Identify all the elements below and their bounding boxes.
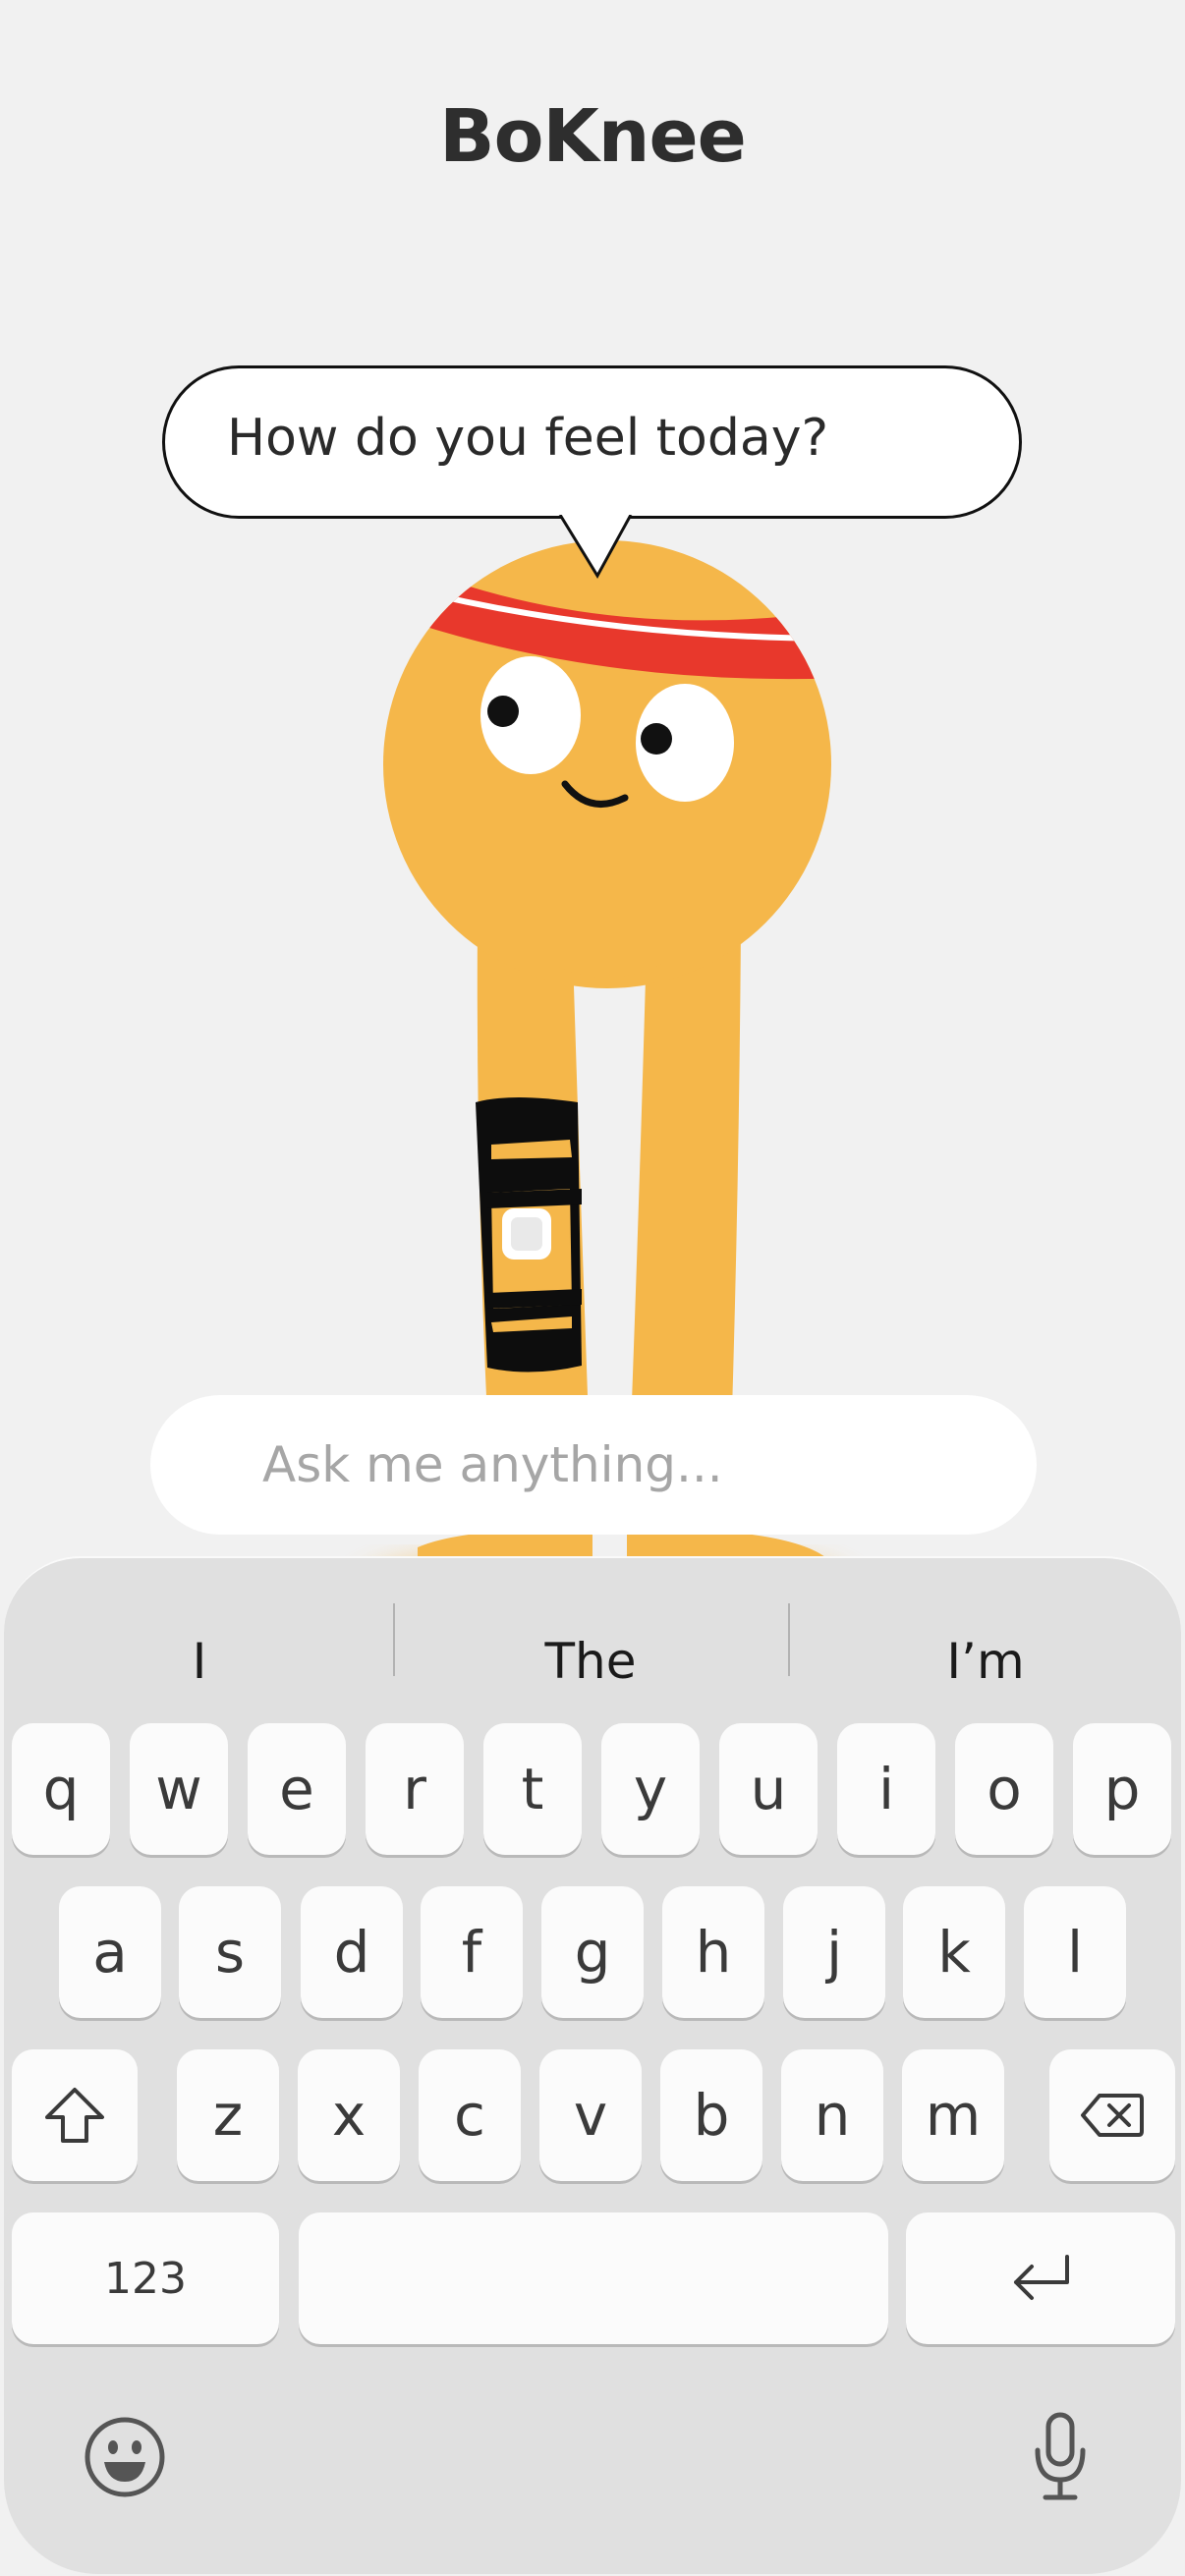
key-h[interactable]: h	[662, 1886, 764, 2018]
key-c[interactable]: c	[419, 2049, 521, 2181]
key-r[interactable]: r	[366, 1723, 464, 1855]
key-m[interactable]: m	[902, 2049, 1004, 2181]
smiley-face-icon[interactable]	[83, 2415, 167, 2499]
backspace-icon	[1081, 2094, 1144, 2137]
key-p[interactable]: p	[1073, 1723, 1171, 1855]
key-z[interactable]: z	[177, 2049, 279, 2181]
shift-arrow-icon	[45, 2088, 104, 2143]
assistant-greeting: How do you feel today?	[227, 409, 829, 468]
key-x[interactable]: x	[298, 2049, 400, 2181]
suggestion-divider	[393, 1603, 395, 1676]
return-arrow-icon	[1014, 2255, 1069, 2300]
key-a[interactable]: a	[59, 1886, 161, 2018]
key-k[interactable]: k	[903, 1886, 1005, 2018]
key-y[interactable]: y	[601, 1723, 700, 1855]
knee-brace	[476, 1097, 582, 1372]
key-f[interactable]: f	[421, 1886, 523, 2018]
suggestion-2[interactable]: The	[428, 1617, 753, 1706]
key-v[interactable]: v	[539, 2049, 642, 2181]
key-l[interactable]: l	[1024, 1886, 1126, 2018]
key-q[interactable]: q	[12, 1723, 110, 1855]
keyboard: I The I’m q w e r t y u i o p a s d f g …	[4, 1556, 1181, 2574]
microphone-icon[interactable]	[1032, 2411, 1089, 2503]
suggestion-3[interactable]: I’m	[823, 1617, 1148, 1706]
numbers-key[interactable]: 123	[12, 2212, 279, 2344]
ask-input[interactable]	[150, 1395, 1037, 1535]
key-i[interactable]: i	[837, 1723, 935, 1855]
key-g[interactable]: g	[541, 1886, 644, 2018]
shift-key[interactable]	[12, 2049, 138, 2181]
speech-bubble-tail	[558, 515, 633, 579]
key-s[interactable]: s	[179, 1886, 281, 2018]
return-key[interactable]	[906, 2212, 1175, 2344]
space-key[interactable]	[299, 2212, 888, 2344]
key-j[interactable]: j	[783, 1886, 885, 2018]
key-b[interactable]: b	[660, 2049, 762, 2181]
key-o[interactable]: o	[955, 1723, 1053, 1855]
key-e[interactable]: e	[248, 1723, 346, 1855]
suggestion-1[interactable]: I	[39, 1617, 360, 1706]
key-t[interactable]: t	[483, 1723, 582, 1855]
key-d[interactable]: d	[301, 1886, 403, 2018]
key-u[interactable]: u	[719, 1723, 818, 1855]
key-n[interactable]: n	[781, 2049, 883, 2181]
key-w[interactable]: w	[130, 1723, 228, 1855]
delete-key[interactable]	[1049, 2049, 1175, 2181]
suggestion-divider	[788, 1603, 790, 1676]
